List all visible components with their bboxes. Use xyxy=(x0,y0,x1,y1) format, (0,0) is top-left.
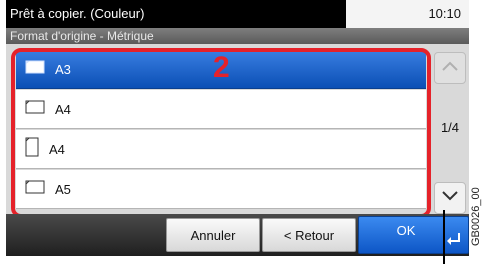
list-item-label: A3 xyxy=(55,61,71,77)
callout-line xyxy=(443,210,445,264)
enter-icon xyxy=(446,232,462,249)
bottom-action-bar: Annuler < Retour OK xyxy=(6,214,469,256)
screen-title: Format d'origine - Métrique xyxy=(6,28,469,44)
ok-button[interactable]: OK xyxy=(358,216,469,254)
list-item-label: A4 xyxy=(49,141,65,157)
figure-code-text: GB0026_00 xyxy=(470,187,482,246)
chevron-down-icon xyxy=(441,189,459,207)
status-time: 10:10 xyxy=(346,0,469,28)
callout-number: 2 xyxy=(213,51,230,84)
landscape-paper-icon xyxy=(25,180,45,199)
landscape-paper-icon xyxy=(25,100,45,119)
list-item-a5[interactable]: A5 xyxy=(16,170,426,209)
scroll-down-button[interactable] xyxy=(434,182,466,214)
cancel-button[interactable]: Annuler xyxy=(166,218,260,252)
back-button[interactable]: < Retour xyxy=(262,218,356,252)
list-item-label: A4 xyxy=(55,101,71,117)
touch-panel: Prêt à copier. (Couleur) 10:10 Format d'… xyxy=(6,0,469,256)
page-indicator: 1/4 xyxy=(440,120,460,135)
list-item-a4-portrait[interactable]: A4 xyxy=(16,130,426,169)
list-area: A3 A4 A4 A5 xyxy=(6,44,469,214)
chevron-up-icon xyxy=(441,59,459,77)
landscape-paper-icon xyxy=(25,60,45,79)
status-message: Prêt à copier. (Couleur) xyxy=(6,0,346,28)
ok-button-label: OK xyxy=(396,223,416,238)
scroll-up-button[interactable] xyxy=(434,52,466,84)
portrait-paper-icon xyxy=(25,137,39,162)
figure-code: GB0026_00 xyxy=(470,166,490,246)
list-item-a4-landscape[interactable]: A4 xyxy=(16,90,426,129)
list-item-label: A5 xyxy=(55,181,71,197)
status-bar: Prêt à copier. (Couleur) 10:10 xyxy=(6,0,469,28)
